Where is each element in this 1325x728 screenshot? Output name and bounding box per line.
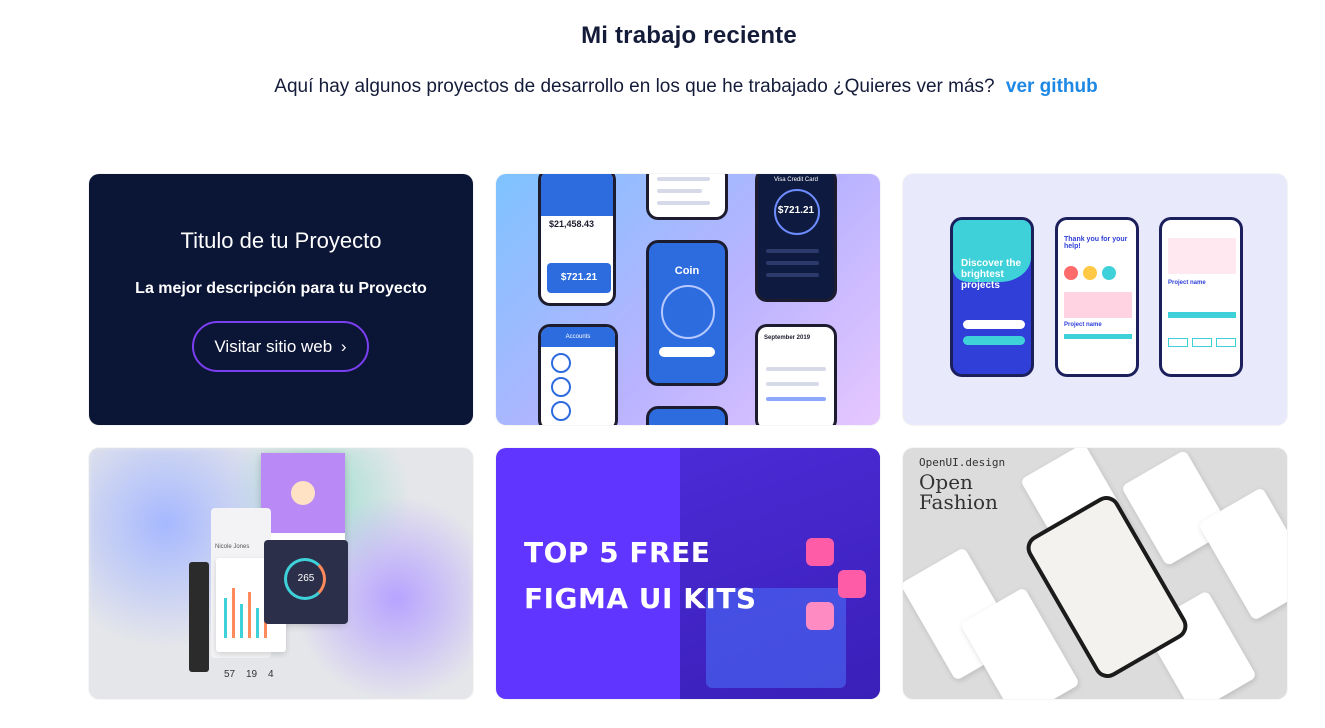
- accounts-label: Accounts: [541, 327, 615, 347]
- fashion-brand: OpenUI.design: [919, 456, 1006, 469]
- discover-headline: Discover the brightest projects: [961, 258, 1022, 291]
- phone-mockup: $21,458.43 $721.21: [538, 174, 616, 306]
- project-card-wallet-app[interactable]: $21,458.43 $721.21 Visa Credit Card $721…: [496, 174, 880, 425]
- project-name: Project name: [1064, 322, 1102, 328]
- github-link[interactable]: ver github: [1006, 76, 1098, 97]
- card-amount: $721.21: [547, 263, 611, 293]
- stat-1: 57: [224, 669, 236, 680]
- phone-mockup: Coin: [646, 240, 728, 386]
- project-card-onboarding-app[interactable]: Discover the brightest projects Thank yo…: [903, 174, 1287, 425]
- phone-mockup: September 2019: [755, 324, 837, 425]
- coin-label: Coin: [674, 265, 700, 277]
- visit-site-button[interactable]: Visitar sitio web ›: [192, 321, 369, 372]
- thanks-text: Thank you for your help!: [1064, 236, 1128, 250]
- project-card-featured: Titulo de tu Proyecto La mejor descripci…: [89, 174, 473, 425]
- chevron-right-icon: ›: [340, 337, 347, 356]
- phone-mockup: Project name: [1159, 217, 1243, 377]
- profile-name: Nicole Jones: [215, 544, 250, 550]
- figma-line1: TOP 5 FREE: [524, 536, 711, 569]
- figma-line2: FIGMA UI KITS: [524, 582, 757, 615]
- fashion-title: Open Fashion: [919, 472, 998, 512]
- project-title: Titulo de tu Proyecto: [180, 228, 382, 253]
- project-card-open-fashion[interactable]: OpenUI.design Open Fashion: [903, 448, 1287, 699]
- project-card-dashboard-app[interactable]: Nicole Jones 57 19 4 265: [89, 448, 473, 699]
- projects-grid: Titulo de tu Proyecto La mejor descripci…: [89, 174, 1291, 699]
- project-card-figma-kits[interactable]: TOP 5 FREE FIGMA UI KITS: [496, 448, 880, 699]
- stat-3: 4: [268, 669, 274, 680]
- stat-2: 19: [246, 669, 258, 680]
- section-subtitle: Aquí hay algunos proyectos de desarrollo…: [0, 76, 1325, 98]
- gauge-value: 265: [297, 573, 315, 584]
- fashion-title-line2: Fashion: [919, 490, 998, 514]
- avatar: [291, 481, 315, 505]
- phone-mockup: Accounts: [538, 324, 618, 425]
- phone-mockup: Thank you for your help! Project name: [1055, 217, 1139, 377]
- fashion-title-line1: Open: [919, 470, 973, 494]
- phone-mockup: [646, 174, 728, 220]
- phone-mockup: [646, 406, 728, 425]
- month-label: September 2019: [764, 335, 811, 341]
- visa-amount: $721.21: [777, 205, 815, 216]
- phone-mockup: Discover the brightest projects: [950, 217, 1034, 377]
- subtitle-text: Aquí hay algunos proyectos de desarrollo…: [274, 76, 995, 97]
- visa-title: Visa Credit Card: [774, 177, 818, 183]
- balance-text: $21,458.43: [549, 219, 595, 229]
- project-description: La mejor descripción para tu Proyecto: [135, 280, 427, 297]
- visit-site-label: Visitar sitio web: [214, 337, 333, 356]
- section-title: Mi trabajo reciente: [581, 22, 797, 49]
- phone-mockup: Visa Credit Card $721.21: [755, 174, 837, 302]
